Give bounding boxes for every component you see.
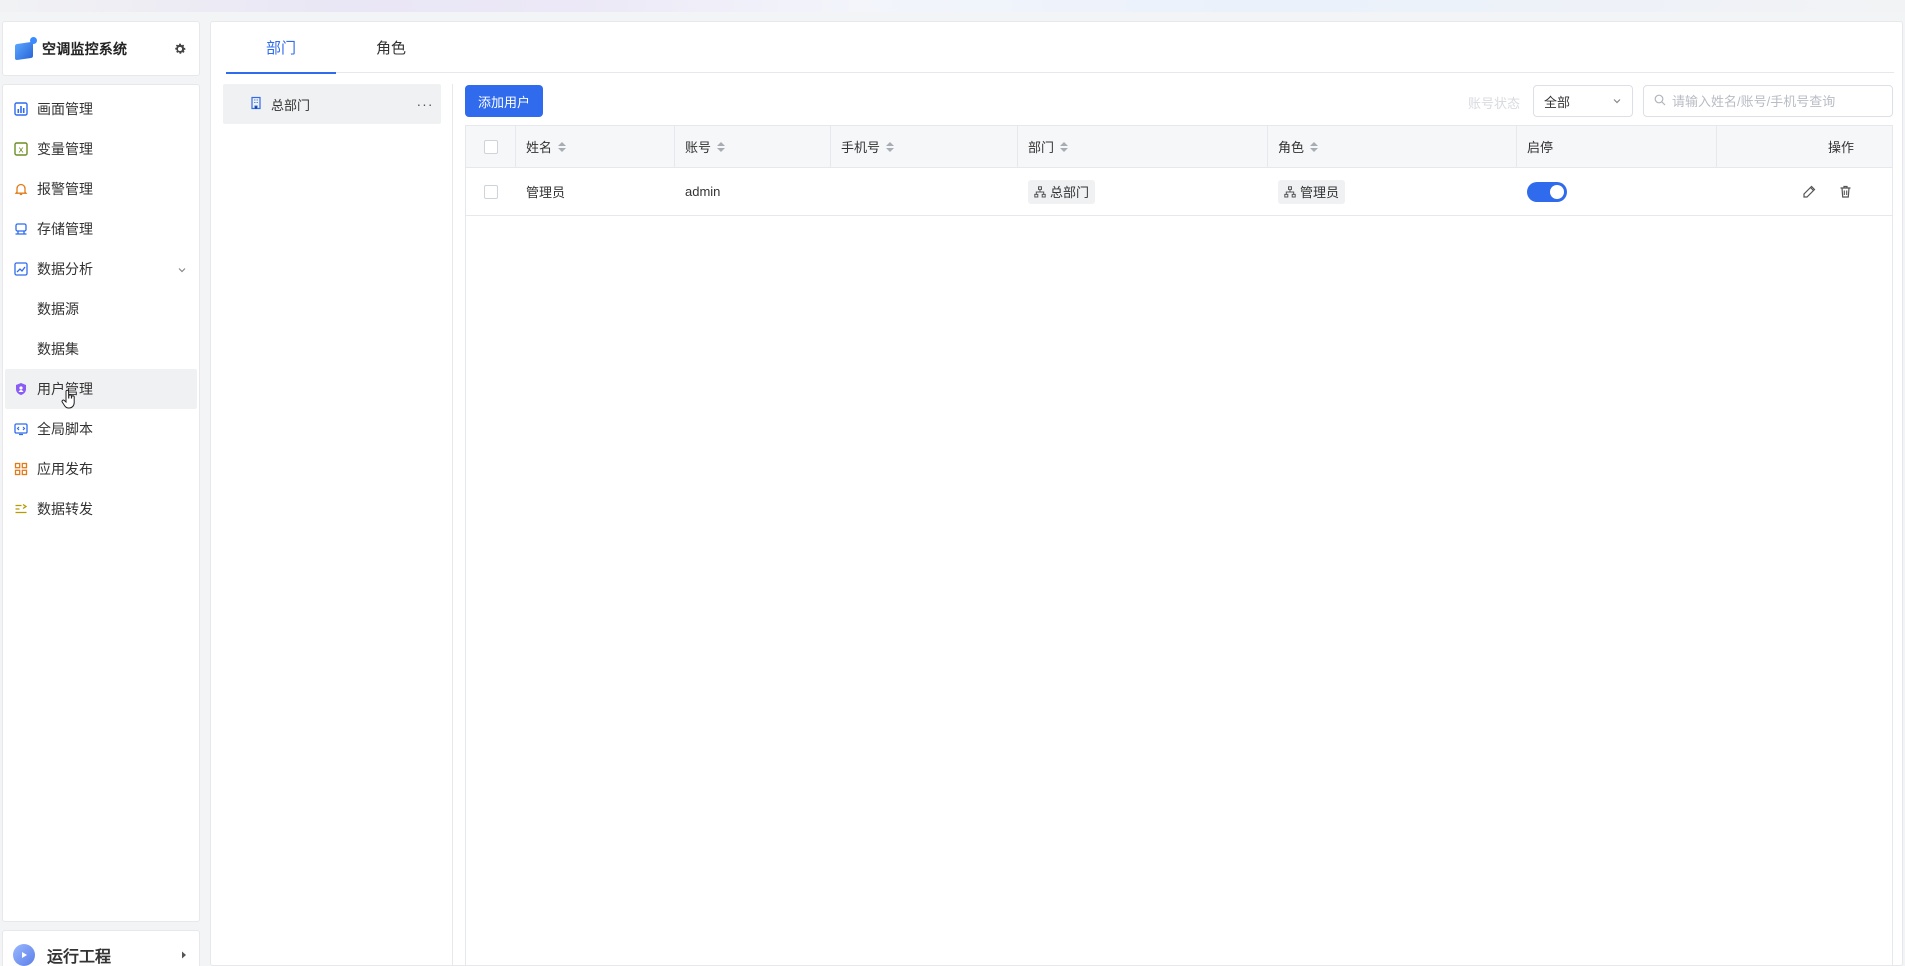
tab-role[interactable]: 角色 (336, 22, 446, 73)
col-enable: 启停 (1517, 126, 1717, 167)
sidebar-item-datasource[interactable]: 数据源 (3, 289, 199, 329)
account-status-label: 账号状态 (1468, 96, 1521, 111)
sidebar-item-dataset[interactable]: 数据集 (3, 329, 199, 369)
chevron-down-icon (1612, 94, 1622, 109)
sidebar-item-analysis[interactable]: 数据分析 (3, 249, 199, 289)
app-logo-icon (13, 36, 37, 61)
sidebar-item-label: 应用发布 (37, 461, 93, 477)
variable-icon: x (13, 141, 29, 157)
table-header: 姓名 账号 手机号 部门 角色 启停 操作 (466, 126, 1892, 168)
department-tree-panel: 总部门 ··· (221, 84, 453, 966)
run-project-bar[interactable]: 运行工程 (2, 930, 200, 966)
search-icon (1654, 93, 1666, 109)
sidebar-item-label: 存储管理 (37, 221, 93, 237)
sidebar-item-alarm[interactable]: 报警管理 (3, 169, 199, 209)
cell-phone (831, 168, 1018, 215)
delete-icon[interactable] (1836, 183, 1854, 201)
user-shield-icon (13, 381, 29, 397)
sidebar-item-storage[interactable]: 存储管理 (3, 209, 199, 249)
sidebar-item-label: 数据集 (37, 341, 79, 357)
user-table: 姓名 账号 手机号 部门 角色 启停 操作 管理员 admin 总部门 管理员 (465, 125, 1893, 966)
sidebar-item-users[interactable]: 用户管理 (5, 369, 197, 409)
tab-department[interactable]: 部门 (226, 22, 336, 74)
sidebar-item-forward[interactable]: 数据转发 (3, 489, 199, 529)
enable-toggle[interactable] (1527, 181, 1567, 202)
sidebar-item-label: 画面管理 (37, 101, 93, 117)
svg-text:x: x (18, 146, 24, 156)
sort-icon[interactable] (886, 141, 895, 152)
role-tag-label: 管理员 (1300, 185, 1340, 200)
row-checkbox[interactable] (484, 184, 498, 199)
col-actions: 操作 (1827, 140, 1854, 155)
sidebar-item-label: 用户管理 (37, 381, 93, 397)
cell-account: admin (685, 184, 721, 199)
tab-bar: 部门 角色 (226, 22, 1894, 74)
department-tag-label: 总部门 (1050, 185, 1090, 200)
gear-icon[interactable] (171, 40, 189, 58)
sidebar-item-screen[interactable]: 画面管理 (3, 89, 199, 129)
col-name[interactable]: 姓名 (516, 126, 675, 167)
storage-icon (13, 221, 29, 237)
top-gradient-bar (0, 0, 1905, 12)
forward-icon (13, 501, 29, 517)
bell-icon (13, 181, 29, 197)
sidebar-menu: 画面管理 x 变量管理 报警管理 存储管理 数据分析 数据源 数据集 用户管理 … (2, 84, 200, 922)
sort-icon[interactable] (1310, 141, 1319, 152)
analysis-icon (13, 261, 29, 277)
role-tag: 管理员 (1278, 179, 1346, 204)
sidebar-item-label: 全局脚本 (37, 421, 93, 437)
sidebar-item-label: 变量管理 (37, 141, 93, 157)
sidebar-item-publish[interactable]: 应用发布 (3, 449, 199, 489)
select-all-checkbox[interactable] (484, 139, 498, 154)
status-select-value: 全部 (1544, 94, 1571, 110)
screen-chart-icon (13, 101, 29, 117)
run-project-icon (13, 944, 35, 966)
search-box (1643, 85, 1893, 117)
sidebar-item-label: 数据源 (37, 301, 79, 317)
sidebar-item-label: 数据分析 (37, 261, 93, 277)
sidebar-item-script[interactable]: 全局脚本 (3, 409, 199, 449)
chevron-down-icon[interactable] (177, 262, 187, 278)
sidebar-item-label: 报警管理 (37, 181, 93, 197)
run-project-label: 运行工程 (47, 949, 112, 966)
dept-tree-node-root[interactable]: 总部门 ··· (223, 84, 441, 124)
edit-icon[interactable] (1800, 183, 1818, 201)
add-user-button[interactable]: 添加用户 (465, 85, 543, 117)
org-tree-icon (1284, 185, 1296, 197)
cell-name: 管理员 (526, 185, 566, 200)
col-department[interactable]: 部门 (1018, 126, 1268, 167)
col-phone[interactable]: 手机号 (831, 126, 1018, 167)
more-options-icon[interactable]: ··· (409, 96, 441, 112)
col-account[interactable]: 账号 (675, 126, 831, 167)
app-title: 空调监控系统 (42, 40, 128, 57)
sort-icon[interactable] (1060, 141, 1069, 152)
department-tag: 总部门 (1028, 179, 1096, 204)
search-input[interactable] (1672, 93, 1882, 109)
script-icon (13, 421, 29, 437)
sidebar-item-variable[interactable]: x 变量管理 (3, 129, 199, 169)
sidebar-header: 空调监控系统 (2, 21, 200, 76)
sort-icon[interactable] (558, 141, 567, 152)
sort-icon[interactable] (717, 141, 726, 152)
apps-grid-icon (13, 461, 29, 477)
sidebar-item-label: 数据转发 (37, 501, 93, 517)
account-status-select[interactable]: 全部 (1533, 85, 1633, 117)
org-tree-icon (1034, 185, 1046, 197)
col-role[interactable]: 角色 (1268, 126, 1517, 167)
main-panel: 部门 角色 总部门 ··· 添加用户 账号状态 全部 姓名 (210, 21, 1903, 966)
building-icon (249, 96, 263, 113)
caret-right-icon[interactable] (179, 947, 189, 963)
table-row: 管理员 admin 总部门 管理员 (466, 168, 1892, 216)
dept-node-label: 总部门 (271, 97, 311, 113)
